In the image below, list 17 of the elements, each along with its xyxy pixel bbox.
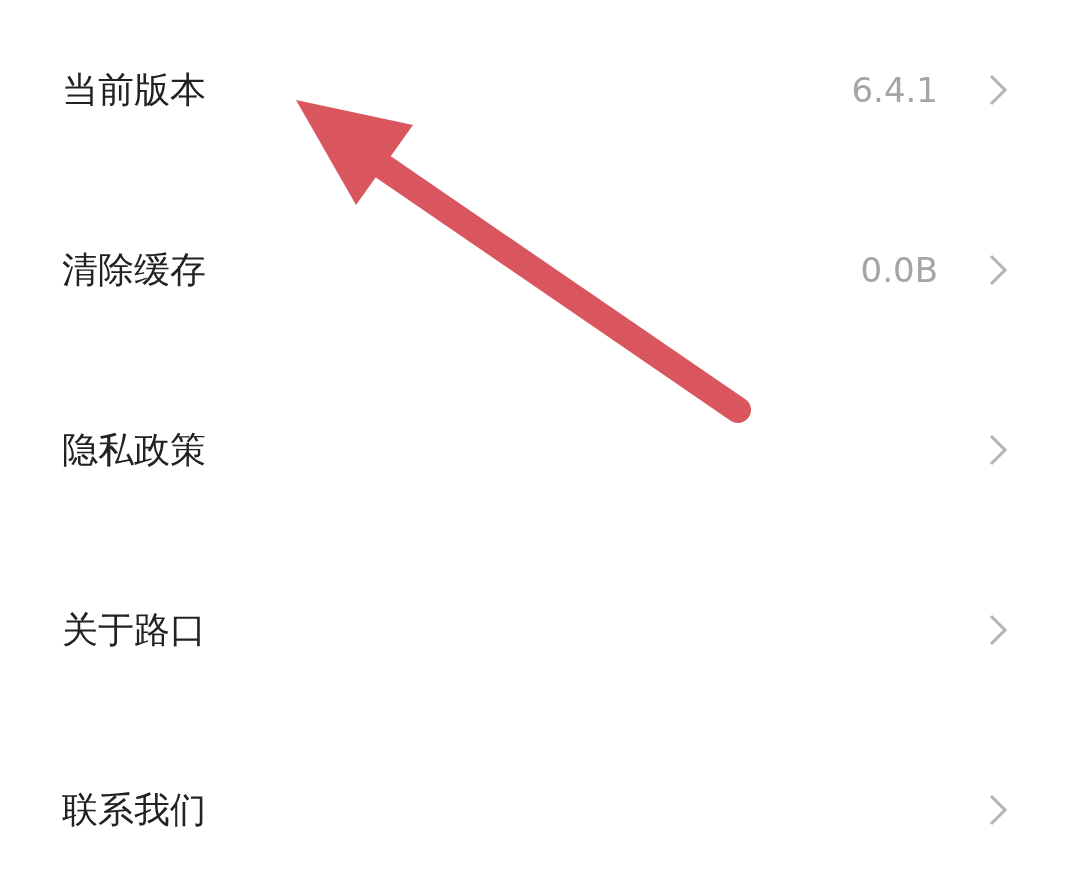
settings-row[interactable]: 联系我们	[0, 720, 1072, 888]
setting-value: 0.0B	[860, 250, 938, 290]
setting-label: 隐私政策	[62, 427, 207, 472]
settings-row[interactable]: 关于路口	[0, 540, 1072, 720]
chevron-right-icon	[988, 73, 1008, 107]
setting-label: 关于路口	[62, 607, 207, 652]
settings-row[interactable]: 清除缓存 0.0B	[0, 180, 1072, 360]
setting-label: 联系我们	[62, 787, 207, 832]
setting-value: 6.4.1	[851, 70, 938, 110]
setting-label: 当前版本	[62, 67, 207, 112]
settings-row[interactable]: 当前版本 6.4.1	[0, 0, 1072, 180]
chevron-right-icon	[988, 433, 1008, 467]
chevron-right-icon	[988, 613, 1008, 647]
setting-label: 清除缓存	[62, 247, 207, 292]
settings-row[interactable]: 隐私政策	[0, 360, 1072, 540]
chevron-right-icon	[988, 253, 1008, 287]
chevron-right-icon	[988, 793, 1008, 827]
